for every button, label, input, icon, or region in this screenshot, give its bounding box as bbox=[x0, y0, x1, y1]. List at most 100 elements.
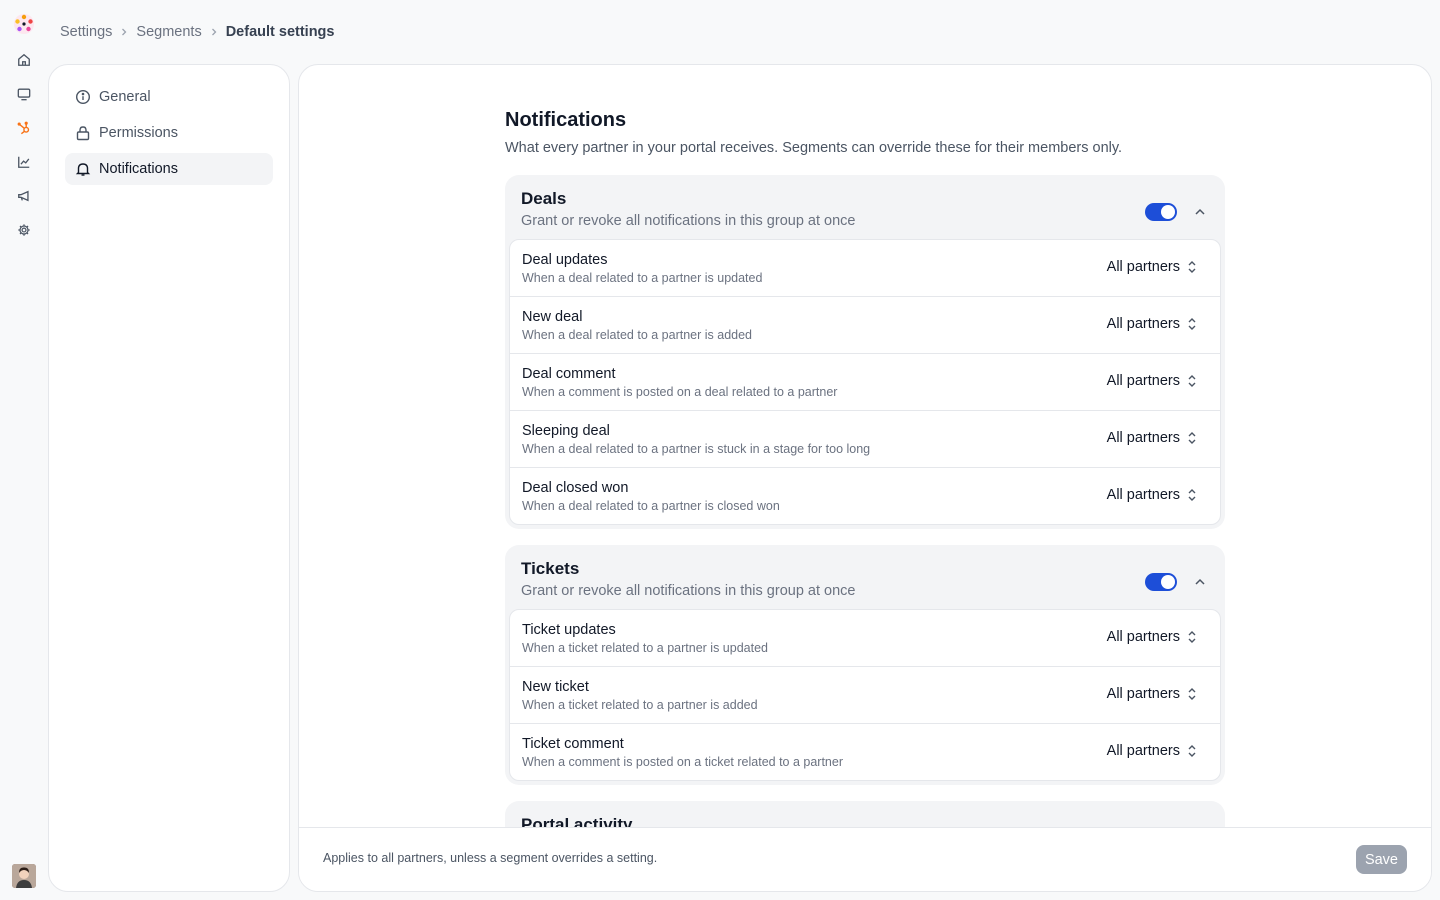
chevron-up-down-icon bbox=[1186, 488, 1198, 502]
save-button[interactable]: Save bbox=[1355, 845, 1407, 874]
chevron-right-icon bbox=[208, 26, 220, 38]
avatar[interactable] bbox=[12, 864, 36, 888]
select-value: All partners bbox=[1106, 629, 1180, 645]
sidebar-item-general[interactable]: General bbox=[65, 81, 273, 113]
brand-logo-icon[interactable] bbox=[12, 12, 36, 36]
main-panel: Notifications What every partner in your… bbox=[298, 64, 1432, 892]
audience-select[interactable]: All partners bbox=[1107, 743, 1198, 759]
chevron-up-down-icon bbox=[1186, 431, 1198, 445]
footer-note: Applies to all partners, unless a segmen… bbox=[323, 851, 658, 865]
toggle-knob bbox=[1161, 205, 1175, 219]
group-header: Deals Grant or revoke all notifications … bbox=[509, 179, 1221, 239]
toggle-knob bbox=[1161, 575, 1175, 589]
chevron-up-down-icon bbox=[1186, 317, 1198, 331]
info-icon bbox=[75, 89, 91, 105]
app-rail bbox=[0, 0, 48, 900]
sidebar-item-permissions[interactable]: Permissions bbox=[65, 117, 273, 149]
row-description: When a deal related to a partner is stuc… bbox=[522, 442, 871, 456]
main-scroll-area[interactable]: Notifications What every partner in your… bbox=[299, 65, 1431, 827]
audience-select[interactable]: All partners bbox=[1107, 629, 1198, 645]
group-title: Portal activity bbox=[521, 815, 633, 827]
row-description: When a ticket related to a partner is up… bbox=[522, 641, 768, 655]
row-description: When a ticket related to a partner is ad… bbox=[522, 698, 758, 712]
table-row: Deal closed won When a deal related to a… bbox=[510, 468, 1220, 524]
sidebar-item-notifications[interactable]: Notifications bbox=[65, 153, 273, 185]
audience-select[interactable]: All partners bbox=[1107, 430, 1198, 446]
group-toggle[interactable] bbox=[1145, 573, 1177, 591]
sidebar-item-label: Notifications bbox=[99, 161, 178, 177]
group-title: Deals bbox=[521, 189, 567, 208]
monitor-icon[interactable] bbox=[14, 84, 34, 104]
footer-bar: Applies to all partners, unless a segmen… bbox=[299, 827, 1431, 891]
table-row: Ticket comment When a comment is posted … bbox=[510, 724, 1220, 780]
notifications-content: Notifications What every partner in your… bbox=[505, 108, 1225, 827]
group-tickets: Tickets Grant or revoke all notification… bbox=[505, 545, 1225, 785]
chevron-up-icon[interactable] bbox=[1193, 575, 1207, 589]
row-title: Sleeping deal bbox=[522, 423, 610, 439]
row-title: Ticket updates bbox=[522, 622, 616, 638]
row-title: Ticket comment bbox=[522, 736, 624, 752]
chevron-up-down-icon bbox=[1186, 374, 1198, 388]
lock-icon bbox=[75, 125, 91, 141]
chevron-up-icon[interactable] bbox=[1193, 205, 1207, 219]
table-row: Deal comment When a comment is posted on… bbox=[510, 354, 1220, 411]
chevron-up-down-icon bbox=[1186, 744, 1198, 758]
table-row: New deal When a deal related to a partne… bbox=[510, 297, 1220, 354]
page-description: What every partner in your portal receiv… bbox=[505, 140, 1123, 156]
row-title: Deal updates bbox=[522, 252, 608, 268]
chevron-up-down-icon bbox=[1186, 630, 1198, 644]
select-value: All partners bbox=[1106, 487, 1180, 503]
audience-select[interactable]: All partners bbox=[1107, 686, 1198, 702]
group-description: Grant or revoke all notifications in thi… bbox=[521, 213, 856, 229]
row-description: When a deal related to a partner is upda… bbox=[522, 271, 763, 285]
group-portal-activity: Portal activity bbox=[505, 801, 1225, 827]
chart-icon[interactable] bbox=[14, 152, 34, 172]
page-title: Notifications bbox=[505, 109, 627, 131]
select-value: All partners bbox=[1106, 430, 1180, 446]
select-value: All partners bbox=[1106, 743, 1180, 759]
group-toggle[interactable] bbox=[1145, 203, 1177, 221]
row-title: New ticket bbox=[522, 679, 589, 695]
row-description: When a deal related to a partner is adde… bbox=[522, 328, 753, 342]
bell-icon bbox=[75, 161, 91, 177]
breadcrumb-segments[interactable]: Segments bbox=[136, 24, 201, 40]
chevron-up-down-icon bbox=[1186, 687, 1198, 701]
group-description: Grant or revoke all notifications in thi… bbox=[521, 583, 856, 599]
row-title: Deal comment bbox=[522, 366, 616, 382]
gear-icon[interactable] bbox=[14, 220, 34, 240]
select-value: All partners bbox=[1106, 316, 1180, 332]
breadcrumb-settings[interactable]: Settings bbox=[60, 24, 112, 40]
row-description: When a comment is posted on a deal relat… bbox=[522, 385, 838, 399]
select-value: All partners bbox=[1106, 259, 1180, 275]
breadcrumb-current: Default settings bbox=[225, 24, 335, 40]
chevron-up-down-icon bbox=[1186, 260, 1198, 274]
group-header: Tickets Grant or revoke all notification… bbox=[509, 549, 1221, 609]
group-rows: Ticket updates When a ticket related to … bbox=[509, 609, 1221, 781]
settings-sidebar: General Permissions Notifications bbox=[48, 64, 290, 892]
group-header: Portal activity bbox=[509, 805, 1221, 827]
megaphone-icon[interactable] bbox=[14, 186, 34, 206]
group-title: Tickets bbox=[521, 559, 580, 578]
table-row: Ticket updates When a ticket related to … bbox=[510, 610, 1220, 667]
group-deals: Deals Grant or revoke all notifications … bbox=[505, 175, 1225, 529]
group-rows: Deal updates When a deal related to a pa… bbox=[509, 239, 1221, 525]
table-row: New ticket When a ticket related to a pa… bbox=[510, 667, 1220, 724]
audience-select[interactable]: All partners bbox=[1107, 373, 1198, 389]
home-icon[interactable] bbox=[14, 50, 34, 70]
table-row: Sleeping deal When a deal related to a p… bbox=[510, 411, 1220, 468]
chevron-right-icon bbox=[118, 26, 130, 38]
hubspot-icon[interactable] bbox=[14, 118, 34, 138]
table-row: Deal updates When a deal related to a pa… bbox=[510, 240, 1220, 297]
breadcrumb: Settings Segments Default settings bbox=[60, 22, 334, 42]
row-description: When a deal related to a partner is clos… bbox=[522, 499, 780, 513]
audience-select[interactable]: All partners bbox=[1107, 316, 1198, 332]
row-description: When a comment is posted on a ticket rel… bbox=[522, 755, 844, 769]
select-value: All partners bbox=[1106, 373, 1180, 389]
sidebar-item-label: Permissions bbox=[99, 125, 178, 141]
row-title: Deal closed won bbox=[522, 480, 629, 496]
audience-select[interactable]: All partners bbox=[1107, 259, 1198, 275]
select-value: All partners bbox=[1106, 686, 1180, 702]
audience-select[interactable]: All partners bbox=[1107, 487, 1198, 503]
row-title: New deal bbox=[522, 309, 583, 325]
sidebar-item-label: General bbox=[99, 89, 151, 105]
